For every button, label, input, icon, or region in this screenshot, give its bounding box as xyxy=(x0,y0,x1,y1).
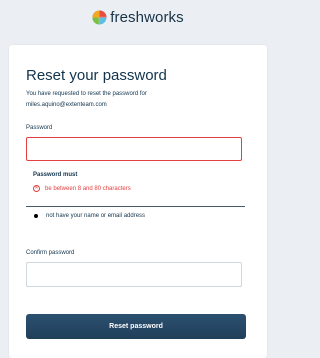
password-field[interactable] xyxy=(26,137,242,161)
reset-password-card: Reset your password You have requested t… xyxy=(9,45,267,358)
password-label: Password xyxy=(26,125,53,131)
x-circle-icon: ✕ xyxy=(33,185,40,192)
rule-no-name-email-text: not have your name or email address xyxy=(46,213,146,219)
rule-length-text: be between 8 and 80 characters xyxy=(45,185,131,192)
confirm-password-field[interactable] xyxy=(26,262,242,287)
rule-length: ✕ be between 8 and 80 characters xyxy=(33,185,131,192)
reset-instructions: You have requested to reset the password… xyxy=(26,89,256,111)
page-title: Reset your password xyxy=(26,67,167,84)
confirm-password-label: Confirm password xyxy=(26,250,75,256)
instructions-text: You have requested to reset the password… xyxy=(26,91,147,97)
freshworks-logo-icon xyxy=(92,10,107,25)
brand-name: freshworks xyxy=(110,9,184,26)
password-rules: Password must ✕ be between 8 and 80 char… xyxy=(26,167,245,207)
password-rules-title: Password must xyxy=(33,172,78,178)
bullet-icon xyxy=(34,214,38,218)
reset-password-button[interactable]: Reset password xyxy=(26,314,246,339)
rule-no-name-email: not have your name or email address xyxy=(33,213,145,219)
account-email: miles.aquino@extenteam.com xyxy=(26,102,107,108)
brand-header: freshworks xyxy=(0,9,276,26)
